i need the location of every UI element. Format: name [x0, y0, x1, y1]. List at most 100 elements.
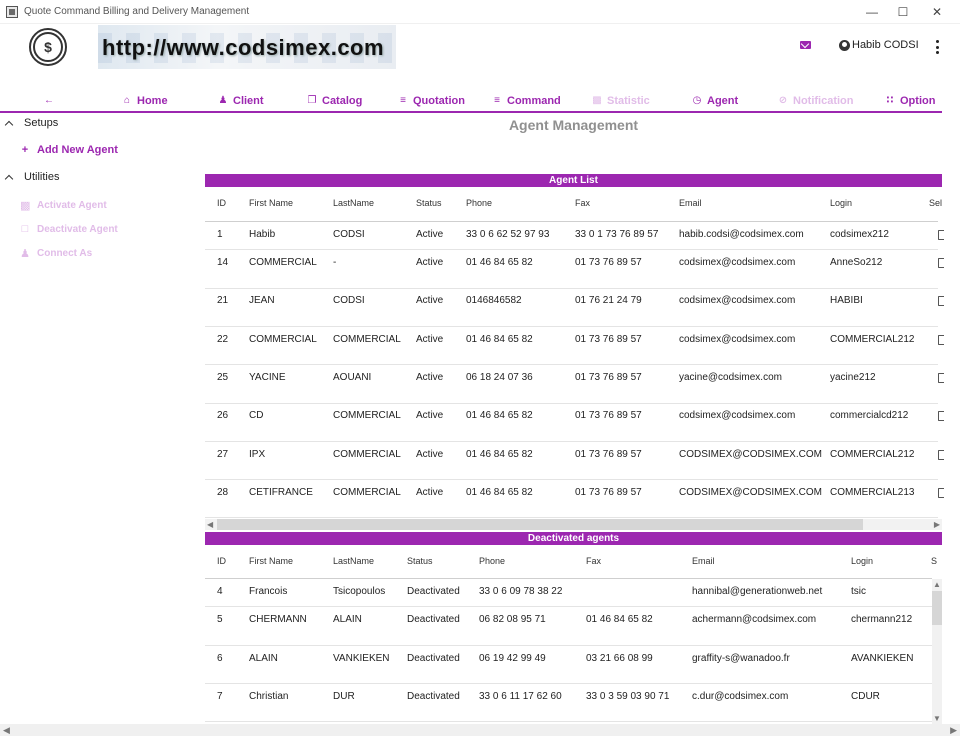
select-checkbox[interactable] — [938, 411, 944, 421]
column-header-fax[interactable]: Fax — [586, 556, 601, 566]
cell-last-name: CODSI — [333, 295, 365, 306]
scroll-up-icon[interactable]: ▲ — [932, 580, 942, 589]
column-header-login[interactable]: Login — [830, 198, 852, 208]
scrollbar-thumb[interactable] — [932, 591, 942, 625]
scroll-left-icon[interactable]: ◀ — [207, 519, 213, 530]
nav-back[interactable]: ← — [44, 92, 59, 110]
column-header-id[interactable]: ID — [217, 556, 226, 566]
cell-status: Active — [416, 487, 444, 498]
scroll-right-icon[interactable]: ▶ — [950, 724, 957, 736]
select-checkbox[interactable] — [938, 230, 944, 240]
cell-last-name: Tsicopoulos — [333, 586, 386, 597]
arrow-left-icon: ← — [44, 95, 54, 106]
nav-notification[interactable]: ⊘ Notification — [778, 92, 854, 110]
close-button[interactable]: ✕ — [920, 2, 954, 22]
select-checkbox[interactable] — [938, 373, 944, 383]
mail-icon[interactable] — [800, 41, 811, 49]
cell-first-name: CHERMANN — [249, 614, 307, 625]
sidebar-item-add-agent[interactable]: + Add New Agent — [20, 141, 118, 159]
cell-fax: 01 73 76 89 57 — [575, 487, 642, 498]
column-header-status[interactable]: Status — [416, 198, 442, 208]
cell-id: 4 — [217, 586, 223, 597]
nav-catalog[interactable]: ❐ Catalog — [307, 92, 363, 110]
column-header-first-name[interactable]: First Name — [249, 198, 293, 208]
column-header-last-name[interactable]: LastName — [333, 556, 374, 566]
cell-email: habib.codsi@codsimex.com — [679, 229, 804, 240]
cell-last-name: COMMERCIAL — [333, 487, 401, 498]
sidebar-item-deactivate-agent[interactable]: □ Deactivate Agent — [20, 220, 118, 238]
cell-login: chermann212 — [851, 614, 913, 625]
column-header-last-name[interactable]: LastName — [333, 198, 374, 208]
nav-quotation[interactable]: ≡ Quotation — [398, 92, 465, 110]
column-header-phone[interactable]: Phone — [479, 556, 505, 566]
scrollbar-thumb[interactable] — [217, 519, 863, 530]
column-header-status[interactable]: Status — [407, 556, 433, 566]
company-logo[interactable]: $ — [29, 28, 67, 66]
more-vert-icon[interactable] — [936, 40, 940, 54]
cell-fax: 01 73 76 89 57 — [575, 372, 642, 383]
cell-last-name: CODSI — [333, 229, 365, 240]
cell-login: yacine212 — [830, 372, 876, 383]
scroll-left-icon[interactable]: ◀ — [3, 724, 10, 736]
cell-login: COMMERCIAL212 — [830, 334, 915, 345]
scroll-down-icon[interactable]: ▼ — [932, 714, 942, 723]
nav-statistic[interactable]: ▩ Statistic — [592, 92, 650, 110]
cell-email: c.dur@codsimex.com — [692, 691, 789, 702]
nav-agent[interactable]: ◷ Agent — [692, 92, 739, 110]
cell-email: achermann@codsimex.com — [692, 614, 817, 625]
nav-command[interactable]: ≡ Command — [492, 92, 561, 110]
cell-login: codsimex212 — [830, 229, 889, 240]
column-header-first-name[interactable]: First Name — [249, 556, 293, 566]
cell-first-name: COMMERCIAL — [249, 334, 317, 345]
nav-home[interactable]: ⌂ Home — [122, 92, 168, 110]
app-header: $ http://www.codsimex.com Habib CODSI — [0, 24, 960, 90]
column-header-select[interactable]: S — [931, 556, 937, 566]
minimize-button[interactable]: — — [855, 2, 889, 22]
nav-client[interactable]: ♟ Client — [218, 92, 264, 110]
column-header-fax[interactable]: Fax — [575, 198, 590, 208]
plus-icon: + — [21, 144, 29, 156]
cell-login: AnneSo212 — [830, 257, 883, 268]
cell-id: 25 — [217, 372, 229, 383]
scroll-right-icon[interactable]: ▶ — [934, 519, 940, 530]
nav-option[interactable]: ∷ Option — [885, 92, 936, 110]
select-checkbox[interactable] — [938, 296, 944, 306]
column-header-login[interactable]: Login — [851, 556, 873, 566]
window-titlebar: Quote Command Billing and Delivery Manag… — [0, 0, 960, 24]
row-divider — [205, 645, 932, 646]
agent-list-title: Agent List — [205, 174, 942, 187]
deactivated-list-title: Deactivated agents — [205, 532, 942, 545]
sidebar-item-activate-agent[interactable]: ▩ Activate Agent — [20, 196, 107, 214]
cell-phone: 01 46 84 65 82 — [466, 257, 533, 268]
column-header-email[interactable]: Email — [692, 556, 715, 566]
cell-first-name: Francois — [249, 586, 288, 597]
cell-fax: 01 73 76 89 57 — [575, 410, 642, 421]
row-divider — [205, 517, 938, 518]
deactivated-table-vscrollbar[interactable]: ▲ ▼ — [932, 579, 942, 724]
select-checkbox[interactable] — [938, 258, 944, 268]
window-hscrollbar[interactable]: ◀ ▶ — [0, 724, 960, 736]
user-menu[interactable]: Habib CODSI — [839, 39, 919, 51]
sidebar-item-connect-as[interactable]: ♟ Connect As — [20, 244, 92, 262]
cell-phone: 01 46 84 65 82 — [466, 334, 533, 345]
cell-login: tsic — [851, 586, 866, 597]
sidebar-section-utilities[interactable]: Utilities — [0, 168, 59, 186]
select-checkbox[interactable] — [938, 488, 944, 498]
column-header-phone[interactable]: Phone — [466, 198, 492, 208]
cell-status: Active — [416, 372, 444, 383]
cell-email: graffity-s@wanadoo.fr — [692, 653, 790, 664]
main-navigation: ← ⌂ Home ♟ Client ❐ Catalog ≡ Quotation ≡ Com… — [0, 90, 942, 113]
column-header-id[interactable]: ID — [217, 198, 226, 208]
list-icon: ≡ — [494, 95, 500, 106]
column-header-email[interactable]: Email — [679, 198, 702, 208]
column-header-select[interactable]: Sel — [929, 198, 942, 208]
cell-login: CDUR — [851, 691, 880, 702]
cell-id: 28 — [217, 487, 229, 498]
agent-table-hscrollbar[interactable]: ◀ ▶ — [205, 519, 942, 530]
cell-status: Active — [416, 334, 444, 345]
select-checkbox[interactable] — [938, 450, 944, 460]
maximize-button[interactable]: ☐ — [886, 2, 920, 22]
select-checkbox[interactable] — [938, 335, 944, 345]
sidebar-section-setups[interactable]: Setups — [0, 114, 58, 132]
cell-login: AVANKIEKEN — [851, 653, 914, 664]
